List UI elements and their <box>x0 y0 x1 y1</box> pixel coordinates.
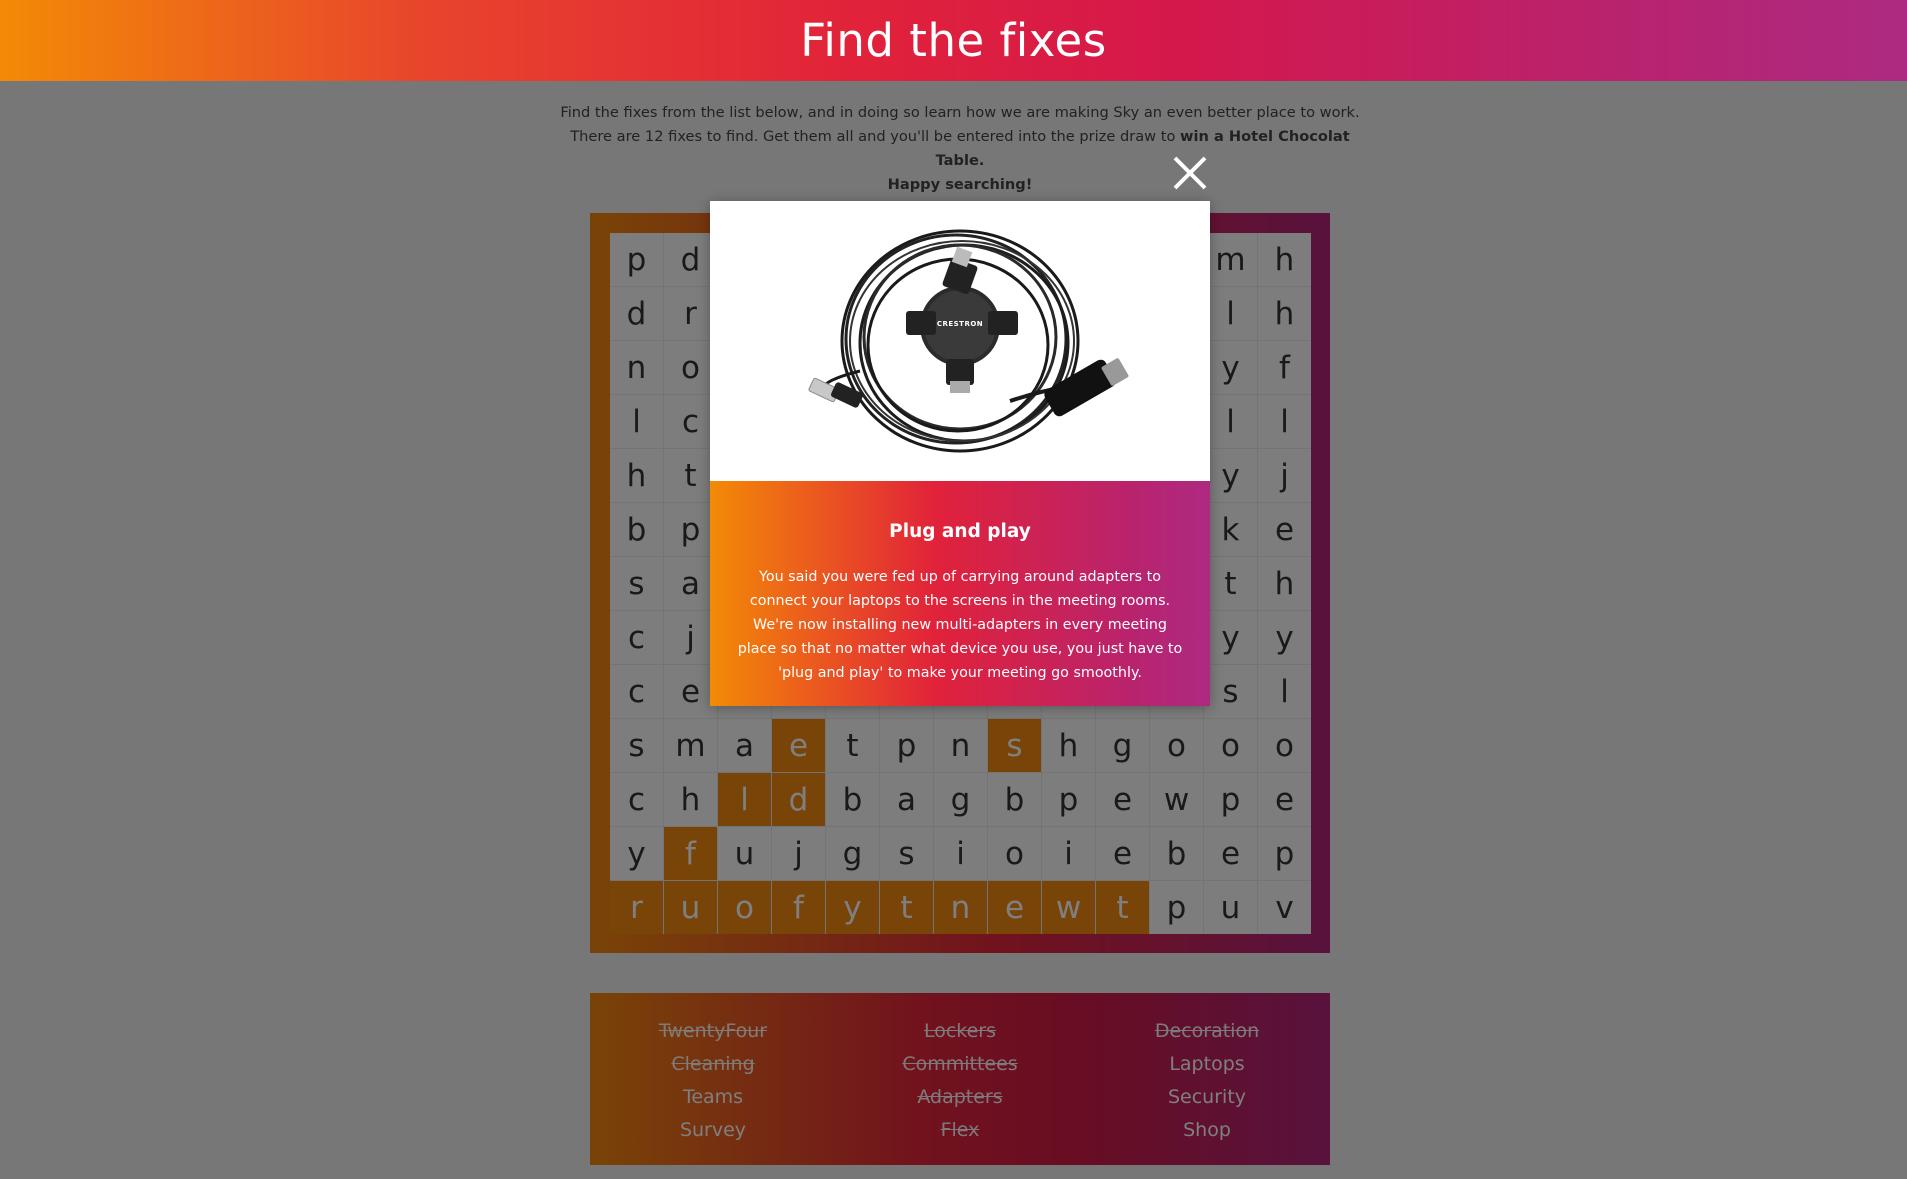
close-icon[interactable] <box>1170 153 1210 193</box>
adapter-image: CRESTRON <box>710 201 1210 481</box>
modal-body: Plug and play You said you were fed up o… <box>710 481 1210 706</box>
page-title: Find the fixes <box>800 14 1107 67</box>
page-header: Find the fixes <box>0 0 1907 81</box>
adapter-brand-label: CRESTRON <box>936 320 984 328</box>
modal-text: You said you were fed up of carrying aro… <box>737 569 1183 681</box>
modal-title: Plug and play <box>889 521 1031 542</box>
fix-modal: CRESTRON Plug and play You said you were… <box>710 201 1210 706</box>
